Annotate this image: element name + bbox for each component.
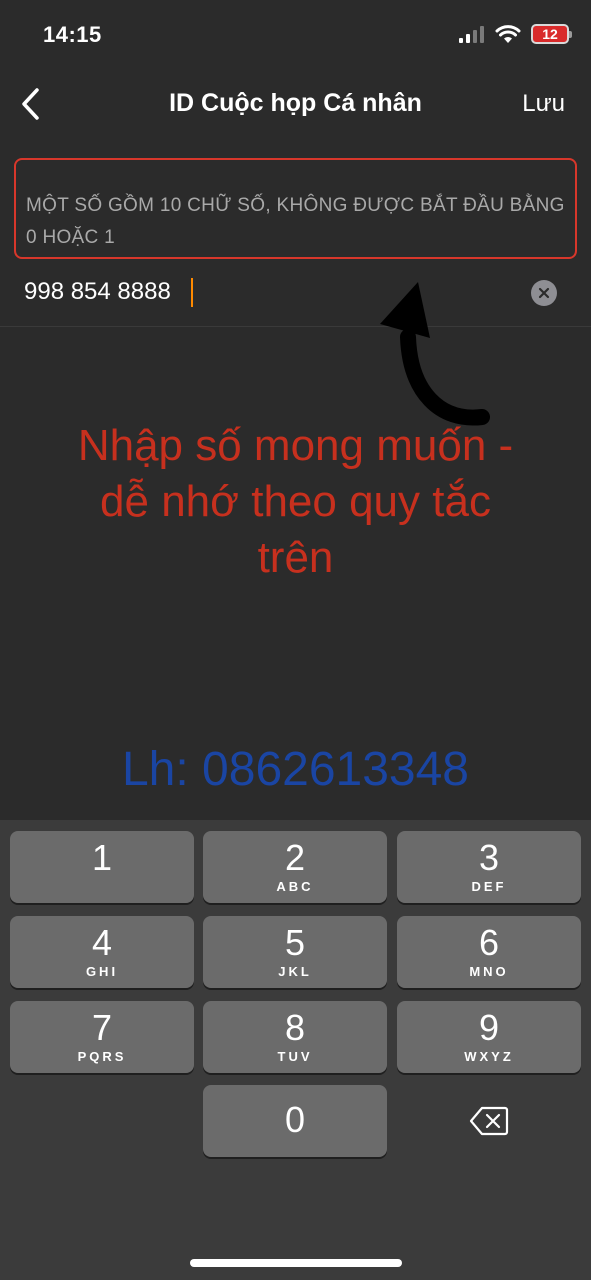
status-icons: 12	[459, 24, 572, 44]
key-digit: 2	[284, 837, 306, 878]
meeting-id-row	[0, 259, 591, 327]
key-letters: ABC	[276, 879, 314, 894]
key-9[interactable]: 9 WXYZ	[397, 1001, 581, 1073]
key-0[interactable]: 0	[203, 1085, 387, 1157]
key-5[interactable]: 5 JKL	[203, 916, 387, 988]
clear-button[interactable]	[531, 280, 557, 306]
key-letters: JKL	[278, 964, 312, 979]
arrow-icon	[380, 282, 490, 426]
key-digit: 3	[478, 837, 500, 878]
key-letters: WXYZ	[464, 1049, 514, 1064]
key-6[interactable]: 6 MNO	[397, 916, 581, 988]
key-letters: MNO	[469, 964, 509, 979]
backspace-icon	[469, 1106, 509, 1136]
text-caret	[191, 278, 193, 307]
key-digit: 5	[284, 922, 306, 963]
key-letters: PQRS	[77, 1049, 127, 1064]
status-bar: 14:15 12	[0, 0, 591, 70]
signal-icon	[459, 26, 484, 43]
key-digit: 1	[91, 837, 113, 878]
key-4[interactable]: 4 GHI	[10, 916, 194, 988]
annotation-text: Nhập số mong muốn - dễ nhớ theo quy tắc …	[0, 418, 591, 586]
hint-box: MỘT SỐ GỒM 10 CHỮ SỐ, KHÔNG ĐƯỢC BẮT ĐẦU…	[14, 158, 577, 259]
contact-text: Lh: 0862613348	[121, 743, 469, 796]
annotation-line: dễ nhớ theo quy tắc	[100, 477, 491, 526]
key-digit: 9	[478, 1007, 500, 1048]
key-digit: 7	[91, 1007, 113, 1048]
key-8[interactable]: 8 TUV	[203, 1001, 387, 1073]
battery-icon: 12	[531, 24, 572, 44]
delete-key[interactable]	[397, 1085, 581, 1157]
key-digit: 0	[284, 1099, 306, 1140]
annotation-line: trên	[257, 533, 334, 582]
nav-bar: ID Cuộc họp Cá nhân Lưu	[0, 72, 591, 136]
key-digit: 4	[91, 922, 113, 963]
key-digit: 6	[478, 922, 500, 963]
key-2[interactable]: 2 ABC	[203, 831, 387, 903]
key-letters: TUV	[277, 1049, 313, 1064]
key-letters: GHI	[85, 964, 119, 979]
key-3[interactable]: 3 DEF	[397, 831, 581, 903]
clear-icon	[538, 287, 550, 299]
key-digit: 8	[284, 1007, 306, 1048]
home-indicator	[190, 1259, 402, 1267]
status-time: 14:15	[43, 22, 102, 47]
key-1[interactable]: 1	[10, 831, 194, 903]
page-title: ID Cuộc họp Cá nhân	[169, 89, 422, 117]
key-letters: DEF	[471, 879, 507, 894]
annotation-line: Nhập số mong muốn -	[77, 421, 514, 470]
save-button[interactable]: Lưu	[522, 90, 565, 118]
key-7[interactable]: 7 PQRS	[10, 1001, 194, 1073]
hint-text: MỘT SỐ GỒM 10 CHỮ SỐ, KHÔNG ĐƯỢC BẮT ĐẦU…	[26, 195, 565, 248]
wifi-icon	[495, 25, 521, 43]
